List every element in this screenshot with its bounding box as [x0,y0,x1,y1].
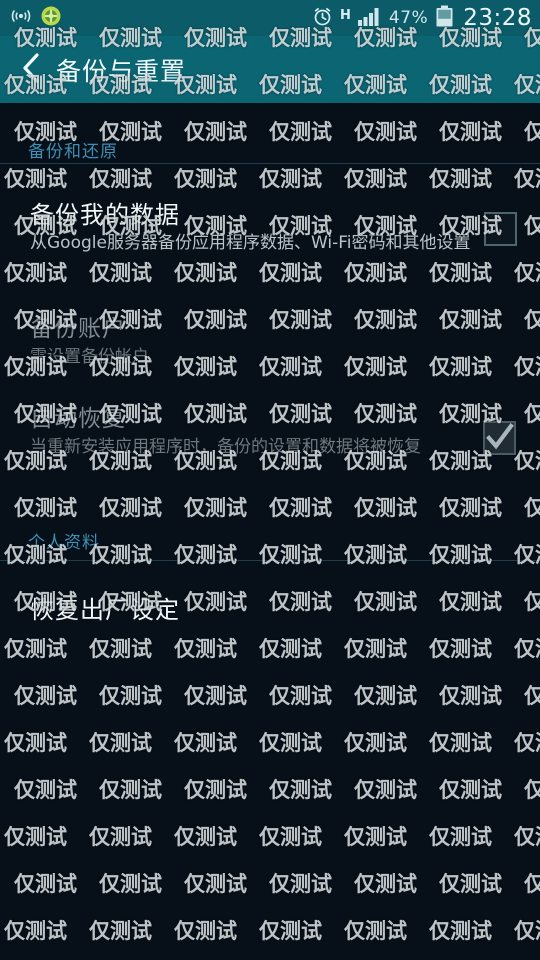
list-item-title: 自动恢复 [30,406,126,432]
status-bar-right-icons: H 47% 23:28 [312,5,532,31]
list-item-title: 备份账户 [30,316,126,342]
divider-section [0,560,540,561]
checkbox-auto-restore[interactable] [483,421,516,455]
settings-list[interactable]: 备份和还原 备份我的数据 从Google服务器备份应用程序数据、Wi-Fi密码和… [0,103,540,960]
status-bar-left-icons [10,5,62,31]
wifi-signal-icon [10,7,32,29]
list-item-subtitle: 从Google服务器备份应用程序数据、Wi-Fi密码和其他设置 [30,233,471,253]
alarm-clock-icon [312,6,333,31]
back-chevron-icon [21,52,41,88]
battery-percent-label: 47% [388,8,429,28]
status-bar-clock: 23:28 [463,4,532,31]
section-header-personal-data: 个人资料 [28,533,100,553]
hspa-icon: H [340,7,351,23]
list-item-title: 备份我的数据 [30,201,180,229]
battery-icon [435,5,454,31]
list-item-title: 恢复出厂设定 [30,596,180,624]
section-header-backup-restore: 备份和还原 [28,142,118,162]
status-bar: H 47% 23:28 [0,0,540,36]
signal-bars-icon [357,7,382,30]
checkbox-backup-my-data[interactable] [484,212,517,246]
app-notification-icon [40,5,62,31]
phone-screen: H 47% 23:28 备份与重置 备份和还原 备份我的数据 从Google服务… [0,0,540,960]
action-bar: 备份与重置 [0,36,540,103]
list-item-subtitle: 需设置备份帐户 [30,347,149,367]
page-title: 备份与重置 [56,56,187,86]
divider-top [0,163,540,164]
list-item-subtitle: 当重新安装应用程序时，备份的设置和数据将被恢复 [30,437,421,457]
back-button[interactable] [14,50,48,90]
